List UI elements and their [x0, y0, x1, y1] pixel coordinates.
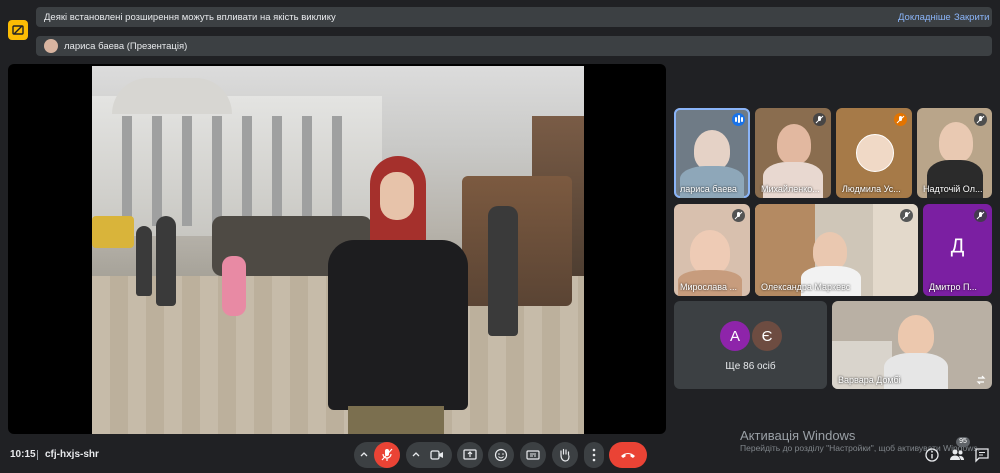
captions-icon: [526, 450, 540, 460]
participant-tile[interactable]: лариса баева: [674, 108, 750, 198]
presentation-video: [92, 66, 584, 434]
more-participants-label: Ще 86 осіб: [725, 361, 776, 372]
camera-icon[interactable]: [430, 449, 444, 461]
windows-activation-title: Активація Windows: [740, 428, 856, 443]
raise-hand-icon: [560, 448, 570, 462]
people-icon[interactable]: [948, 446, 966, 464]
chevron-up-icon[interactable]: [412, 450, 420, 458]
participants-count-badge: 95: [956, 437, 970, 447]
participant-name: Олександра Маркевс: [761, 282, 851, 292]
end-call-icon: [621, 453, 635, 458]
participant-name: Михайленко...: [761, 184, 820, 194]
mic-off-icon: [732, 209, 745, 222]
mic-off-icon: [974, 113, 987, 126]
reactions-button[interactable]: [488, 442, 514, 468]
extension-warning-icon: [8, 20, 28, 40]
extension-notice-text: Деякі встановлені розширення можуть впли…: [44, 12, 336, 23]
avatar-initial: Є: [752, 321, 782, 351]
camera-control-group[interactable]: [406, 442, 452, 468]
mic-off-icon: [381, 448, 393, 461]
chevron-up-icon[interactable]: [360, 450, 368, 458]
more-options-button[interactable]: [584, 442, 604, 468]
mic-toggle-button[interactable]: [374, 442, 400, 468]
mic-off-icon: [900, 209, 913, 222]
participant-tile[interactable]: Надточій Ол...: [917, 108, 992, 198]
presenter-label: лариса баева (Презентація): [64, 41, 188, 52]
mic-off-icon: [974, 209, 987, 222]
extension-notice-bar: Деякі встановлені розширення можуть впли…: [36, 7, 992, 27]
presenter-avatar: [44, 39, 58, 53]
raise-hand-button[interactable]: [552, 442, 578, 468]
participant-tile[interactable]: Д Дмитро П...: [923, 204, 992, 296]
details-link[interactable]: Докладніше: [898, 12, 951, 23]
windows-activation-subtitle: Перейдіть до розділу "Настройки", щоб ак…: [740, 443, 980, 453]
chat-icon[interactable]: [973, 446, 991, 464]
clock: 10:15: [10, 449, 36, 460]
presentation-stage[interactable]: [8, 64, 666, 434]
captions-button[interactable]: [520, 442, 546, 468]
speaking-indicator-icon: [732, 113, 745, 126]
divider: [37, 450, 38, 460]
participant-tile[interactable]: Людмила Ус...: [836, 108, 912, 198]
mic-off-icon: [894, 113, 907, 126]
participant-name: лариса баева: [680, 184, 737, 194]
mic-control-group[interactable]: [354, 442, 400, 468]
info-icon[interactable]: [923, 446, 941, 464]
mic-off-icon: [813, 113, 826, 126]
pin-switch-icon[interactable]: [976, 375, 986, 385]
end-call-button[interactable]: [609, 442, 647, 468]
more-vert-icon: [592, 448, 596, 462]
presenter-person: [328, 156, 468, 434]
participant-tile[interactable]: Варвара Домбі: [832, 301, 992, 389]
meeting-code: cfj-hxjs-shr: [45, 449, 99, 460]
participant-tile[interactable]: Олександра Маркевс: [755, 204, 918, 296]
avatar-initial: А: [720, 321, 750, 351]
present-screen-icon: [463, 449, 477, 460]
more-participants-tile[interactable]: А Є Ще 86 осіб: [674, 301, 827, 389]
close-notice-button[interactable]: Закрити: [954, 12, 989, 23]
presenter-bar: лариса баева (Презентація): [36, 36, 992, 56]
participant-initial: Д: [950, 234, 965, 257]
participant-name: Мирослава ...: [680, 282, 737, 292]
present-screen-button[interactable]: [457, 442, 483, 468]
participant-name: Людмила Ус...: [842, 184, 901, 194]
participant-name: Дмитро П...: [929, 282, 977, 292]
emoji-icon: [494, 448, 508, 462]
participant-tile[interactable]: Михайленко...: [755, 108, 831, 198]
participant-name: Надточій Ол...: [923, 184, 983, 194]
participant-tile[interactable]: Мирослава ...: [674, 204, 750, 296]
participant-name: Варвара Домбі: [838, 375, 901, 385]
